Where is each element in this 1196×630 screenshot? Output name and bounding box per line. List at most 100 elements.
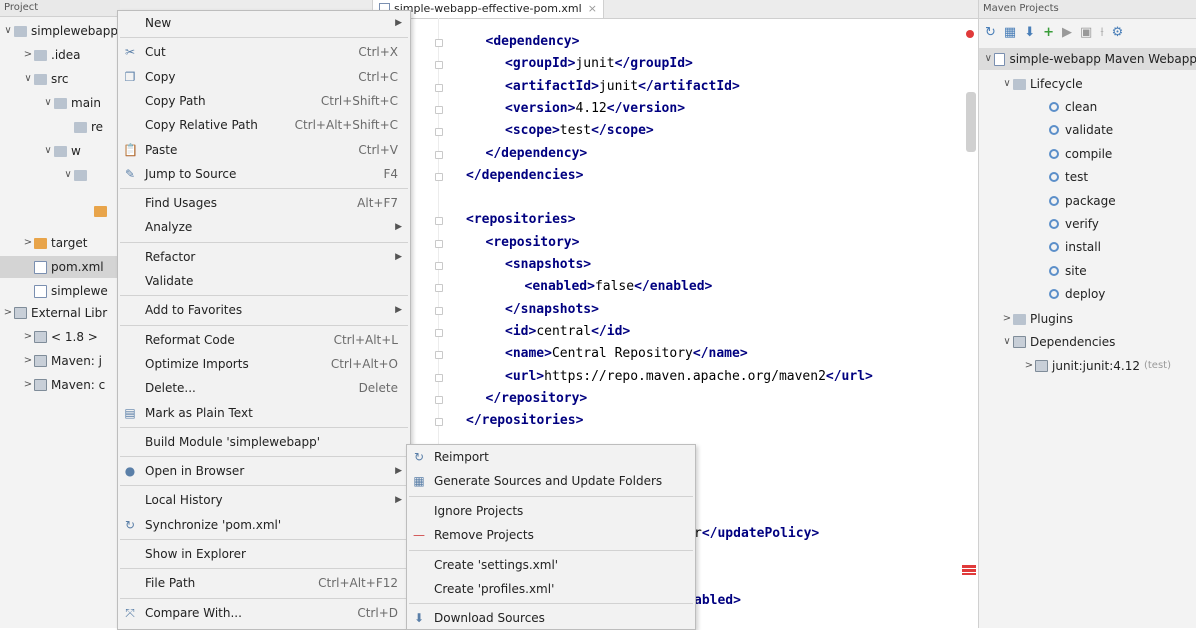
menu-item-build-module-simplewebapp[interactable]: Build Module 'simplewebapp' <box>118 430 410 454</box>
project-tree-item[interactable]: > External Libr <box>0 302 107 324</box>
fold-marker-icon[interactable] <box>435 418 443 427</box>
menu-item-cut[interactable]: ✂ Cut Ctrl+X <box>118 40 410 64</box>
error-indicator-icon[interactable] <box>966 30 974 38</box>
fold-marker-icon[interactable] <box>435 150 443 159</box>
menu-item-analyze[interactable]: Analyze ▶ <box>118 215 410 239</box>
project-tree-item[interactable]: > Maven: c <box>0 374 105 396</box>
lifecycle-node[interactable]: ∨ Lifecycle <box>1001 73 1082 95</box>
toggle-offline-icon[interactable]: ⟊ <box>1100 25 1103 40</box>
menu-item-open-in-browser[interactable]: ● Open in Browser ▶ <box>118 459 410 483</box>
expand-arrow-icon[interactable]: > <box>1001 308 1013 330</box>
menu-item-copy[interactable]: ❐ Copy Ctrl+C <box>118 65 410 89</box>
menu-item-reformat-code[interactable]: Reformat Code Ctrl+Alt+L <box>118 328 410 352</box>
execute-goal-icon[interactable]: ▣ <box>1080 25 1092 40</box>
project-tree-item[interactable] <box>0 200 111 222</box>
lifecycle-goal[interactable]: compile <box>1049 143 1112 165</box>
project-tree-item[interactable]: > < 1.8 > <box>0 326 98 348</box>
lifecycle-goal[interactable]: verify <box>1049 213 1099 235</box>
fold-marker-icon[interactable] <box>435 239 443 248</box>
project-tree-item[interactable]: ∨ simplewebapp <box>0 20 118 42</box>
plugins-node[interactable]: > Plugins <box>1001 308 1073 330</box>
project-tree-item[interactable]: pom.xml <box>0 256 120 278</box>
menu-item-file-path[interactable]: File Path Ctrl+Alt+F12 <box>118 571 410 595</box>
fold-marker-icon[interactable] <box>435 217 443 226</box>
submenu-item-remove-projects[interactable]: — Remove Projects <box>407 523 695 547</box>
fold-marker-icon[interactable] <box>435 61 443 70</box>
menu-item-new[interactable]: New ▶ <box>118 11 410 35</box>
menu-item-copy-path[interactable]: Copy Path Ctrl+Shift+C <box>118 89 410 113</box>
menu-item-synchronize-pom-xml[interactable]: ↻ Synchronize 'pom.xml' <box>118 513 410 537</box>
expand-arrow-icon[interactable]: > <box>2 302 14 324</box>
maven-project-node[interactable]: ∨ simple-webapp Maven Webapp <box>979 48 1196 70</box>
fold-marker-icon[interactable] <box>435 351 443 360</box>
fold-marker-icon[interactable] <box>435 284 443 293</box>
submenu-item-ignore-projects[interactable]: Ignore Projects <box>407 499 695 523</box>
dependencies-node[interactable]: ∨ Dependencies <box>1001 331 1115 353</box>
expand-arrow-icon[interactable]: > <box>1023 355 1035 377</box>
fold-marker-icon[interactable] <box>435 306 443 315</box>
fold-marker-icon[interactable] <box>435 395 443 404</box>
lifecycle-goal[interactable]: site <box>1049 260 1087 282</box>
submenu-item-create-profiles-xml[interactable]: Create 'profiles.xml' <box>407 577 695 601</box>
fold-marker-icon[interactable] <box>435 262 443 270</box>
settings-icon[interactable]: ⚙ <box>1112 25 1124 40</box>
project-tree-item[interactable]: ∨ w <box>0 140 81 162</box>
menu-item-jump-to-source[interactable]: ✎ Jump to Source F4 <box>118 162 410 186</box>
project-tree-item[interactable]: ∨ <box>0 164 91 186</box>
menu-item-paste[interactable]: 📋 Paste Ctrl+V <box>118 138 410 162</box>
menu-item-delete[interactable]: Delete... Delete <box>118 376 410 400</box>
project-tree-item[interactable]: > Maven: j <box>0 350 102 372</box>
project-tree-item[interactable]: re <box>0 116 103 138</box>
lifecycle-goal[interactable]: install <box>1049 236 1101 258</box>
fold-marker-icon[interactable] <box>435 83 443 92</box>
menu-item-optimize-imports[interactable]: Optimize Imports Ctrl+Alt+O <box>118 352 410 376</box>
menu-item-local-history[interactable]: Local History ▶ <box>118 488 410 512</box>
submenu-item-create-settings-xml[interactable]: Create 'settings.xml' <box>407 553 695 577</box>
menu-item-add-to-favorites[interactable]: Add to Favorites ▶ <box>118 298 410 322</box>
run-maven-build-icon[interactable]: ▶ <box>1062 25 1072 40</box>
expand-arrow-icon[interactable]: ∨ <box>42 140 54 162</box>
fold-marker-icon[interactable] <box>435 105 443 114</box>
menu-item-refactor[interactable]: Refactor ▶ <box>118 245 410 269</box>
menu-item-validate[interactable]: Validate <box>118 269 410 293</box>
fold-marker-icon[interactable] <box>435 373 443 382</box>
menu-item-copy-relative-path[interactable]: Copy Relative Path Ctrl+Alt+Shift+C <box>118 113 410 137</box>
dependency-item[interactable]: > junit:junit:4.12 (test) <box>1023 355 1171 377</box>
project-tree-item[interactable]: ∨ src <box>0 68 68 90</box>
lifecycle-goal[interactable]: clean <box>1049 96 1097 118</box>
project-tree-item[interactable]: > target <box>0 232 88 254</box>
expand-arrow-icon[interactable]: ∨ <box>22 68 34 90</box>
expand-arrow-icon[interactable]: ∨ <box>42 92 54 114</box>
expand-arrow-icon[interactable]: ∨ <box>1001 331 1013 353</box>
submenu-item-reimport[interactable]: ↻ Reimport <box>407 445 695 469</box>
editor-scrollbar[interactable] <box>966 92 976 152</box>
fold-marker-icon[interactable] <box>435 172 443 181</box>
close-tab-icon[interactable]: × <box>588 2 597 15</box>
download-icon[interactable]: ⬇ <box>1024 25 1035 40</box>
expand-arrow-icon[interactable]: > <box>22 350 34 372</box>
menu-item-mark-as-plain-text[interactable]: ▤ Mark as Plain Text <box>118 401 410 425</box>
expand-arrow-icon[interactable]: ∨ <box>983 48 994 70</box>
project-tree-item[interactable]: ∨ main <box>0 92 101 114</box>
expand-arrow-icon[interactable]: ∨ <box>2 20 14 42</box>
expand-arrow-icon[interactable]: > <box>22 44 34 66</box>
fold-marker-icon[interactable] <box>435 328 443 337</box>
expand-arrow-icon[interactable]: > <box>22 232 34 254</box>
expand-arrow-icon[interactable]: > <box>22 326 34 348</box>
fold-marker-icon[interactable] <box>435 128 443 137</box>
menu-item-compare-with[interactable]: ⤧ Compare With... Ctrl+D <box>118 601 410 625</box>
expand-arrow-icon[interactable]: ∨ <box>1001 73 1013 95</box>
error-stripe-marker[interactable] <box>962 565 976 575</box>
expand-arrow-icon[interactable]: ∨ <box>62 164 74 186</box>
project-tree-item[interactable]: > .idea <box>0 44 81 66</box>
project-tree-item[interactable]: simplewe <box>0 280 108 302</box>
submenu-item-download-sources[interactable]: ⬇ Download Sources <box>407 606 695 630</box>
lifecycle-goal[interactable]: package <box>1049 190 1116 212</box>
lifecycle-goal[interactable]: validate <box>1049 119 1113 141</box>
fold-marker-icon[interactable] <box>435 39 443 47</box>
menu-item-show-in-explorer[interactable]: Show in Explorer <box>118 542 410 566</box>
lifecycle-goal[interactable]: test <box>1049 166 1088 188</box>
submenu-item-generate-sources-and-update-folders[interactable]: ▦ Generate Sources and Update Folders <box>407 469 695 493</box>
add-maven-project-icon[interactable]: + <box>1043 25 1054 40</box>
reimport-all-icon[interactable]: ↻ <box>985 25 996 40</box>
